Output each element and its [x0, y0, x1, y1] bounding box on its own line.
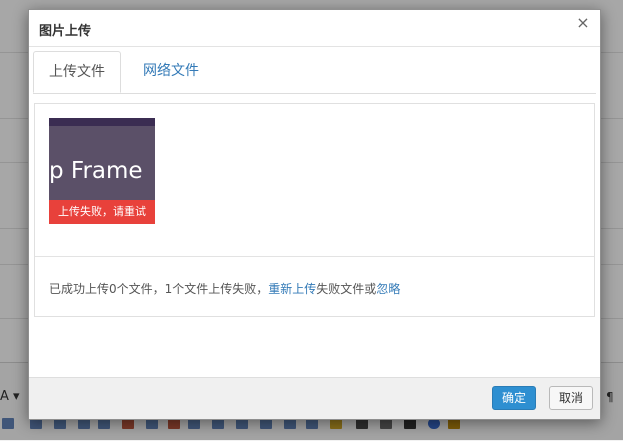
cancel-button[interactable]: 取消 — [549, 386, 593, 410]
status-divider — [35, 256, 594, 257]
tab-upload-file[interactable]: 上传文件 — [33, 51, 121, 93]
upload-panel: p Frame 上传失败，请重试 已成功上传0个文件，1个文件上传失败，重新上传… — [34, 103, 595, 317]
status-middle: 失败文件或 — [316, 282, 377, 296]
retry-upload-link[interactable]: 重新上传 — [268, 282, 316, 296]
tab-network-file[interactable]: 网络文件 — [128, 51, 214, 92]
ignore-link[interactable]: 忽略 — [376, 282, 400, 296]
dialog-title: 图片上传 — [39, 24, 92, 39]
upload-error-label: 上传失败，请重试 — [49, 200, 155, 224]
ok-button[interactable]: 确定 — [492, 386, 536, 410]
status-prefix: 已成功上传0个文件，1个文件上传失败， — [49, 282, 269, 296]
dialog-footer: 确定 取消 — [29, 377, 600, 419]
image-upload-dialog: 图片上传 × 上传文件 网络文件 p Frame 上传失败，请重试 已成功上传0… — [28, 9, 601, 420]
file-thumbnail-item[interactable]: p Frame 上传失败，请重试 — [49, 118, 155, 224]
dialog-header: 图片上传 × — [29, 10, 600, 47]
thumbnail-text: p Frame — [49, 158, 143, 184]
close-icon[interactable]: × — [575, 14, 591, 32]
upload-status-text: 已成功上传0个文件，1个文件上传失败，重新上传失败文件或忽略 — [49, 280, 400, 297]
dialog-tabs: 上传文件 网络文件 — [33, 51, 596, 94]
